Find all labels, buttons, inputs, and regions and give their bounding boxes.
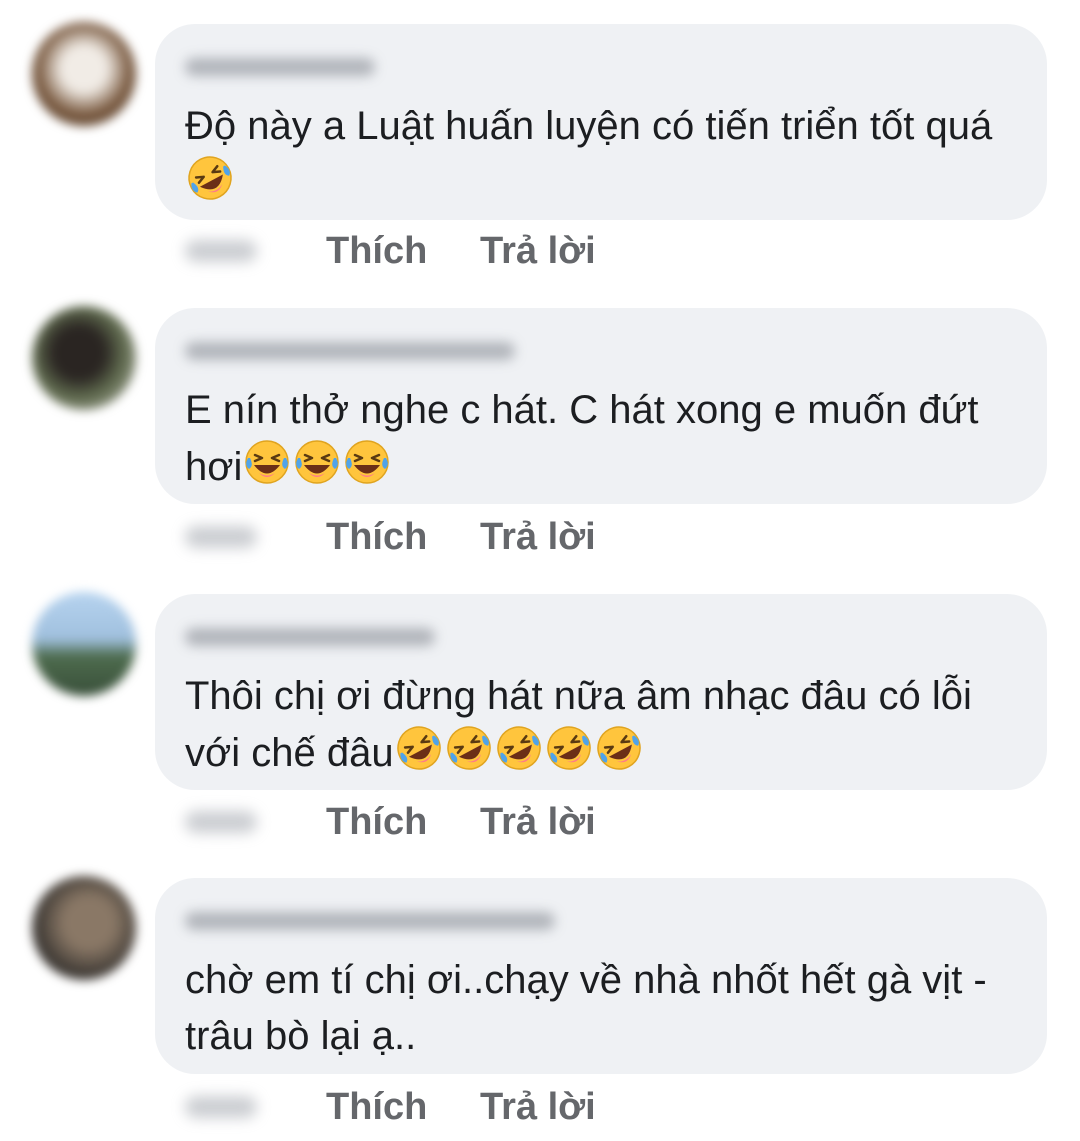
face-with-tears-of-joy-emoji-icon — [293, 438, 341, 486]
author-name[interactable] — [185, 628, 435, 646]
timestamp[interactable] — [185, 526, 257, 548]
avatar[interactable] — [32, 592, 136, 696]
comment-bubble: Độ này a Luật huấn luyện có tiến triển t… — [155, 24, 1047, 220]
comment-bubble: Thôi chị ơi đừng hát nữa âm nhạc đâu có … — [155, 594, 1047, 790]
author-name[interactable] — [185, 912, 555, 930]
timestamp[interactable] — [185, 1096, 257, 1118]
like-button[interactable]: Thích — [326, 1082, 427, 1132]
reply-button[interactable]: Trả lời — [480, 1082, 596, 1132]
comment-text: E nín thở nghe c hát. C hát xong e muốn … — [185, 388, 979, 489]
like-button[interactable]: Thích — [326, 797, 427, 847]
rolling-on-floor-laughing-emoji-icon — [545, 724, 593, 772]
avatar[interactable] — [32, 876, 136, 980]
comment-bubble: chờ em tí chị ơi..chạy về nhà nhốt hết g… — [155, 878, 1047, 1074]
rolling-on-floor-laughing-emoji-icon — [445, 724, 493, 772]
comment-actions: Thích Trả lời — [0, 797, 1080, 849]
comment-bubble: E nín thở nghe c hát. C hát xong e muốn … — [155, 308, 1047, 504]
like-button[interactable]: Thích — [326, 512, 427, 562]
reply-button[interactable]: Trả lời — [480, 226, 596, 276]
timestamp[interactable] — [185, 240, 257, 262]
face-with-tears-of-joy-emoji-icon — [243, 438, 291, 486]
author-name[interactable] — [185, 58, 375, 76]
rolling-on-floor-laughing-emoji-icon — [495, 724, 543, 772]
reply-button[interactable]: Trả lời — [480, 512, 596, 562]
reply-button[interactable]: Trả lời — [480, 797, 596, 847]
emoji-group — [242, 440, 392, 489]
comment-text: Thôi chị ơi đừng hát nữa âm nhạc đâu có … — [185, 674, 972, 775]
timestamp[interactable] — [185, 811, 257, 833]
avatar[interactable] — [32, 22, 136, 126]
author-name[interactable] — [185, 342, 515, 360]
emoji-group — [185, 156, 235, 205]
comment-actions: Thích Trả lời — [0, 1082, 1080, 1134]
like-button[interactable]: Thích — [326, 226, 427, 276]
face-with-tears-of-joy-emoji-icon — [343, 438, 391, 486]
comment-text: Độ này a Luật huấn luyện có tiến triển t… — [185, 98, 1017, 211]
avatar[interactable] — [32, 306, 136, 410]
comment-text: chờ em tí chị ơi..chạy về nhà nhốt hết g… — [185, 958, 987, 1058]
rolling-on-floor-laughing-emoji-icon — [186, 154, 234, 202]
rolling-on-floor-laughing-emoji-icon — [595, 724, 643, 772]
comment-actions: Thích Trả lời — [0, 512, 1080, 564]
comment-actions: Thích Trả lời — [0, 226, 1080, 278]
rolling-on-floor-laughing-emoji-icon — [395, 724, 443, 772]
emoji-group — [394, 726, 644, 775]
